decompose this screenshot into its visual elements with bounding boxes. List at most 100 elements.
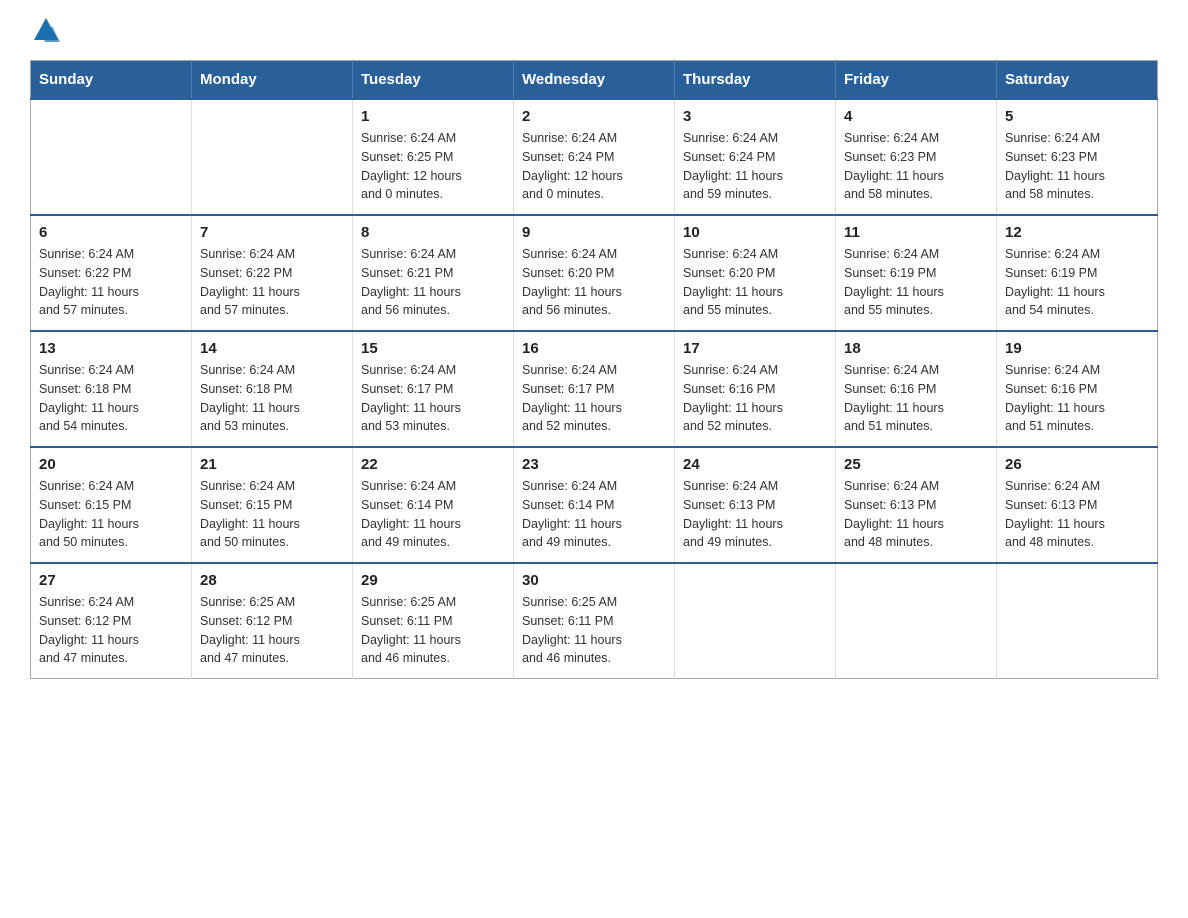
calendar-cell: 19 Sunrise: 6:24 AM Sunset: 6:16 PM Dayli… [997,331,1158,447]
day-number: 30 [522,572,666,589]
calendar-week-row: 13Sunrise: 6:24 AM Sunset: 6:18 PM Dayli… [31,331,1158,447]
day-number: 9 [522,224,666,241]
page-header [30,20,1158,44]
calendar-cell: 29 Sunrise: 6:25 AM Sunset: 6:11 PM Dayli… [353,563,514,679]
calendar-cell [836,563,997,679]
calendar-cell: 10 Sunrise: 6:24 AM Sunset: 6:20 PM Dayli… [675,215,836,331]
day-info: Sunrise: 6:24 AM Sunset: 6:17 PM Dayligh… [361,361,505,436]
day-number: 22 [361,456,505,473]
calendar-cell: 21 Sunrise: 6:24 AM Sunset: 6:15 PM Dayli… [192,447,353,563]
weekday-header-row: SundayMondayTuesdayWednesdayThursdayFrid… [31,61,1158,100]
day-info: Sunrise: 6:24 AM Sunset: 6:13 PM Dayligh… [844,477,988,552]
logo-icon [32,16,60,44]
day-info: Sunrise: 6:24 AM Sunset: 6:15 PM Dayligh… [200,477,344,552]
calendar-week-row: 27 Sunrise: 6:24 AM Sunset: 6:12 PM Dayli… [31,563,1158,679]
calendar-week-row: 6 Sunrise: 6:24 AM Sunset: 6:22 PM Daylig… [31,215,1158,331]
calendar-cell: 15Sunrise: 6:24 AM Sunset: 6:17 PM Dayli… [353,331,514,447]
calendar-cell: 13Sunrise: 6:24 AM Sunset: 6:18 PM Dayli… [31,331,192,447]
day-number: 23 [522,456,666,473]
calendar-cell: 22 Sunrise: 6:24 AM Sunset: 6:14 PM Dayli… [353,447,514,563]
day-info: Sunrise: 6:24 AM Sunset: 6:25 PM Dayligh… [361,129,505,204]
day-number: 12 [1005,224,1149,241]
weekday-header-monday: Monday [192,61,353,100]
day-info: Sunrise: 6:24 AM Sunset: 6:19 PM Dayligh… [844,245,988,320]
day-info: Sunrise: 6:24 AM Sunset: 6:15 PM Dayligh… [39,477,183,552]
calendar-cell: 23 Sunrise: 6:24 AM Sunset: 6:14 PM Dayli… [514,447,675,563]
calendar-cell [31,99,192,215]
weekday-header-sunday: Sunday [31,61,192,100]
day-number: 19 [1005,340,1149,357]
day-number: 13 [39,340,183,357]
day-number: 28 [200,572,344,589]
day-info: Sunrise: 6:24 AM Sunset: 6:12 PM Dayligh… [39,593,183,668]
calendar-cell: 14Sunrise: 6:24 AM Sunset: 6:18 PM Dayli… [192,331,353,447]
day-info: Sunrise: 6:24 AM Sunset: 6:14 PM Dayligh… [361,477,505,552]
calendar-cell: 28 Sunrise: 6:25 AM Sunset: 6:12 PM Dayli… [192,563,353,679]
calendar-cell: 1 Sunrise: 6:24 AM Sunset: 6:25 PM Daylig… [353,99,514,215]
calendar-cell: 11 Sunrise: 6:24 AM Sunset: 6:19 PM Dayli… [836,215,997,331]
day-number: 24 [683,456,827,473]
day-number: 5 [1005,108,1149,125]
day-number: 1 [361,108,505,125]
day-number: 14 [200,340,344,357]
calendar-week-row: 20 Sunrise: 6:24 AM Sunset: 6:15 PM Dayli… [31,447,1158,563]
calendar-cell [675,563,836,679]
day-info: Sunrise: 6:25 AM Sunset: 6:11 PM Dayligh… [361,593,505,668]
day-info: Sunrise: 6:24 AM Sunset: 6:13 PM Dayligh… [683,477,827,552]
day-number: 20 [39,456,183,473]
calendar-week-row: 1 Sunrise: 6:24 AM Sunset: 6:25 PM Daylig… [31,99,1158,215]
day-number: 10 [683,224,827,241]
weekday-header-wednesday: Wednesday [514,61,675,100]
weekday-header-friday: Friday [836,61,997,100]
day-info: Sunrise: 6:24 AM Sunset: 6:20 PM Dayligh… [683,245,827,320]
day-number: 16 [522,340,666,357]
day-number: 7 [200,224,344,241]
day-info: Sunrise: 6:24 AM Sunset: 6:20 PM Dayligh… [522,245,666,320]
weekday-header-saturday: Saturday [997,61,1158,100]
day-info: Sunrise: 6:24 AM Sunset: 6:17 PM Dayligh… [522,361,666,436]
day-info: Sunrise: 6:24 AM Sunset: 6:22 PM Dayligh… [39,245,183,320]
calendar-cell: 20 Sunrise: 6:24 AM Sunset: 6:15 PM Dayli… [31,447,192,563]
weekday-header-tuesday: Tuesday [353,61,514,100]
day-number: 4 [844,108,988,125]
day-info: Sunrise: 6:24 AM Sunset: 6:19 PM Dayligh… [1005,245,1149,320]
calendar-table: SundayMondayTuesdayWednesdayThursdayFrid… [30,60,1158,679]
calendar-body: 1 Sunrise: 6:24 AM Sunset: 6:25 PM Daylig… [31,99,1158,679]
calendar-cell: 18Sunrise: 6:24 AM Sunset: 6:16 PM Dayli… [836,331,997,447]
day-number: 27 [39,572,183,589]
day-number: 25 [844,456,988,473]
calendar-cell: 16 Sunrise: 6:24 AM Sunset: 6:17 PM Dayli… [514,331,675,447]
calendar-cell: 27 Sunrise: 6:24 AM Sunset: 6:12 PM Dayli… [31,563,192,679]
day-number: 6 [39,224,183,241]
day-number: 2 [522,108,666,125]
day-info: Sunrise: 6:24 AM Sunset: 6:23 PM Dayligh… [1005,129,1149,204]
calendar-cell: 30Sunrise: 6:25 AM Sunset: 6:11 PM Dayli… [514,563,675,679]
calendar-cell: 4 Sunrise: 6:24 AM Sunset: 6:23 PM Daylig… [836,99,997,215]
calendar-cell: 8Sunrise: 6:24 AM Sunset: 6:21 PM Daylig… [353,215,514,331]
calendar-cell: 7 Sunrise: 6:24 AM Sunset: 6:22 PM Daylig… [192,215,353,331]
day-info: Sunrise: 6:24 AM Sunset: 6:16 PM Dayligh… [1005,361,1149,436]
day-number: 21 [200,456,344,473]
day-info: Sunrise: 6:24 AM Sunset: 6:14 PM Dayligh… [522,477,666,552]
day-number: 26 [1005,456,1149,473]
calendar-cell [997,563,1158,679]
day-info: Sunrise: 6:24 AM Sunset: 6:23 PM Dayligh… [844,129,988,204]
day-number: 3 [683,108,827,125]
logo [30,20,60,44]
day-info: Sunrise: 6:24 AM Sunset: 6:16 PM Dayligh… [683,361,827,436]
calendar-cell: 12 Sunrise: 6:24 AM Sunset: 6:19 PM Dayli… [997,215,1158,331]
weekday-header-thursday: Thursday [675,61,836,100]
day-info: Sunrise: 6:24 AM Sunset: 6:24 PM Dayligh… [522,129,666,204]
day-info: Sunrise: 6:24 AM Sunset: 6:24 PM Dayligh… [683,129,827,204]
day-info: Sunrise: 6:24 AM Sunset: 6:13 PM Dayligh… [1005,477,1149,552]
calendar-cell: 25 Sunrise: 6:24 AM Sunset: 6:13 PM Dayli… [836,447,997,563]
day-number: 29 [361,572,505,589]
calendar-cell: 3 Sunrise: 6:24 AM Sunset: 6:24 PM Daylig… [675,99,836,215]
calendar-cell: 5 Sunrise: 6:24 AM Sunset: 6:23 PM Daylig… [997,99,1158,215]
day-number: 11 [844,224,988,241]
day-info: Sunrise: 6:24 AM Sunset: 6:22 PM Dayligh… [200,245,344,320]
day-number: 17 [683,340,827,357]
day-info: Sunrise: 6:25 AM Sunset: 6:12 PM Dayligh… [200,593,344,668]
calendar-cell: 17 Sunrise: 6:24 AM Sunset: 6:16 PM Dayli… [675,331,836,447]
day-info: Sunrise: 6:24 AM Sunset: 6:16 PM Dayligh… [844,361,988,436]
